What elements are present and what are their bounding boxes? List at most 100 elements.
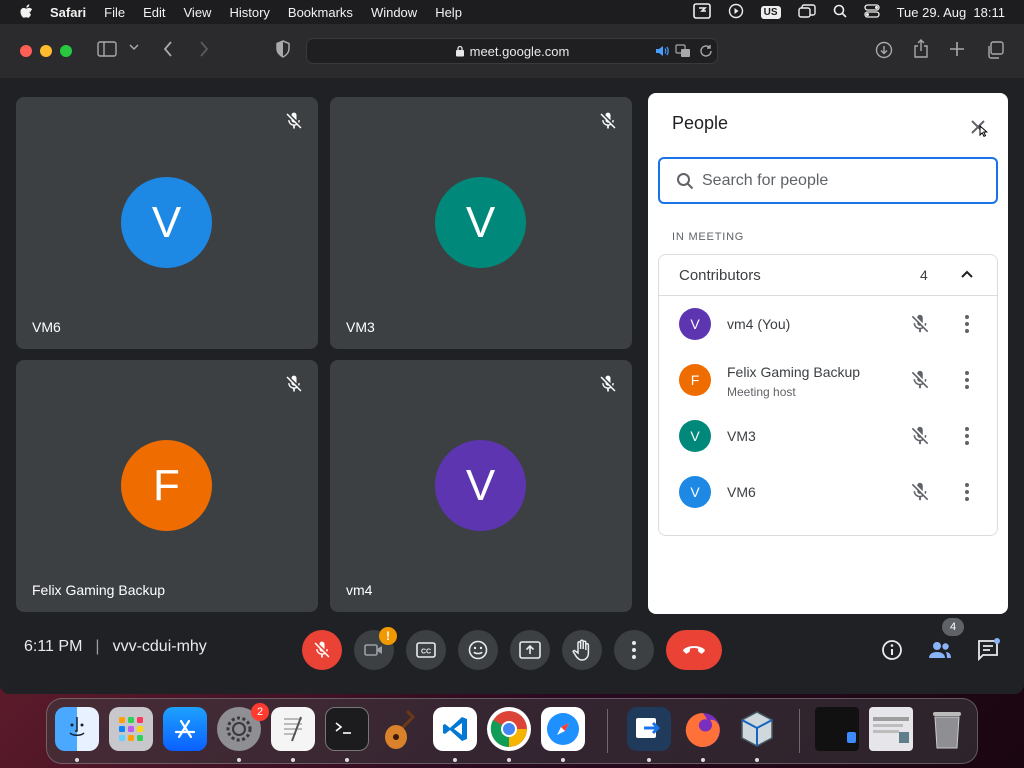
menu-edit[interactable]: Edit [143,5,165,20]
menu-help[interactable]: Help [435,5,462,20]
leave-call-button[interactable] [666,630,722,670]
minimized-window-thumbnail[interactable] [869,707,913,751]
firefox-app-icon[interactable] [681,707,725,751]
safari-toolbar: meet.google.com [0,24,1024,78]
participant-tile[interactable]: V vm4 [330,360,632,612]
running-indicator [453,758,457,762]
terminal-app-icon[interactable] [325,707,369,751]
more-options-button[interactable] [614,630,654,670]
participant-tile[interactable]: V VM6 [16,97,318,349]
participant-row[interactable]: F Felix Gaming Backup Meeting host [659,352,999,408]
mic-off-icon[interactable] [909,369,931,396]
play-status-icon[interactable] [728,3,744,22]
chevron-down-icon[interactable] [129,43,139,51]
menubar-clock[interactable]: Tue 29. Aug 18:11 [897,5,1005,20]
close-panel-button[interactable] [964,113,992,141]
control-center-icon[interactable] [863,3,880,21]
in-meeting-label: IN MEETING [672,231,745,243]
participant-name: VM6 [32,319,61,335]
audio-playing-icon[interactable] [655,45,669,57]
minimized-window-thumbnail[interactable] [815,707,859,751]
more-options-icon[interactable] [964,370,970,395]
input-source-indicator[interactable]: US [760,5,781,19]
search-input[interactable] [702,171,972,190]
share-icon[interactable] [913,39,929,59]
meeting-details: 6:11 PM | vvv-cdui-mhy [24,638,207,656]
meeting-code: vvv-cdui-mhy [112,638,207,655]
participant-row[interactable]: V vm4 (You) [659,296,999,352]
finder-app-icon[interactable] [55,707,99,751]
mic-off-icon[interactable] [909,313,931,340]
participant-name: Felix Gaming Backup [32,582,166,598]
people-button[interactable] [922,632,958,668]
virtualbox-app-icon[interactable] [735,707,779,751]
trash-icon[interactable] [925,707,969,751]
stage-manager-icon[interactable] [797,3,816,21]
launchpad-app-icon[interactable] [109,707,153,751]
migration-app-icon[interactable] [627,707,671,751]
running-indicator [507,758,511,762]
spotlight-search-icon[interactable] [833,4,847,21]
participant-row[interactable]: V VM3 [659,408,999,464]
new-tab-icon[interactable] [949,41,965,57]
menu-history[interactable]: History [229,5,269,20]
participant-name: VM3 [346,319,375,335]
vscode-app-icon[interactable] [433,707,477,751]
zoom-window-button[interactable] [60,45,72,57]
meeting-details-button[interactable] [874,632,910,668]
downloads-icon[interactable] [875,41,893,59]
toggle-camera-button[interactable]: ! [354,627,397,670]
raise-hand-button[interactable] [562,630,602,670]
search-field[interactable] [658,157,998,204]
emoji-reaction-button[interactable] [458,630,498,670]
dock-divider [607,709,608,753]
participant-row[interactable]: V VM6 [659,464,999,520]
chrome-app-icon[interactable] [487,707,531,751]
more-options-icon[interactable] [964,482,970,507]
more-options-icon[interactable] [964,426,970,451]
meeting-time: 6:11 PM [24,638,83,655]
safari-app-icon[interactable] [541,707,585,751]
present-screen-button[interactable] [510,630,550,670]
app-store-icon[interactable] [163,707,207,751]
toggle-mic-button[interactable] [302,630,342,670]
close-window-button[interactable] [20,45,32,57]
chevron-up-icon[interactable] [959,266,975,286]
menu-bookmarks[interactable]: Bookmarks [288,5,353,20]
url-text: meet.google.com [469,43,570,59]
chat-button[interactable] [970,632,1006,668]
window-controls [20,45,72,57]
mic-off-icon[interactable] [909,481,931,508]
privacy-shield-icon[interactable] [275,40,291,58]
mic-off-icon[interactable] [909,425,931,452]
sidebar-toggle-icon[interactable] [97,41,117,57]
contributors-group: Contributors 4 V vm4 (You) F Felix Gamin… [658,254,998,536]
captions-button[interactable]: CC [406,630,446,670]
garageband-app-icon[interactable] [379,707,423,751]
menu-view[interactable]: View [184,5,212,20]
textedit-app-icon[interactable] [271,707,315,751]
avatar: V [121,177,212,268]
reload-icon[interactable] [699,44,713,58]
minimize-window-button[interactable] [40,45,52,57]
tab-overview-icon[interactable] [986,41,1004,59]
people-panel: People IN MEETING Contributors 4 [648,93,1008,614]
svg-text:CC: CC [421,649,431,656]
more-options-icon[interactable] [964,314,970,339]
screen-share-status-icon[interactable] [692,2,711,22]
avatar: F [121,440,212,531]
menu-file[interactable]: File [104,5,125,20]
avatar: V [435,177,526,268]
menu-safari[interactable]: Safari [50,5,86,20]
forward-icon[interactable] [198,40,210,58]
menu-window[interactable]: Window [371,5,417,20]
participant-tile[interactable]: F Felix Gaming Backup [16,360,318,612]
apple-menu-icon[interactable] [19,4,33,20]
translate-icon[interactable] [675,44,691,58]
participant-tile[interactable]: V VM3 [330,97,632,349]
contributors-header[interactable]: Contributors 4 [659,255,997,296]
back-icon[interactable] [162,40,174,58]
notification-badge: 2 [251,703,269,721]
address-bar[interactable]: meet.google.com [306,38,718,64]
meta-separator: | [95,638,100,655]
